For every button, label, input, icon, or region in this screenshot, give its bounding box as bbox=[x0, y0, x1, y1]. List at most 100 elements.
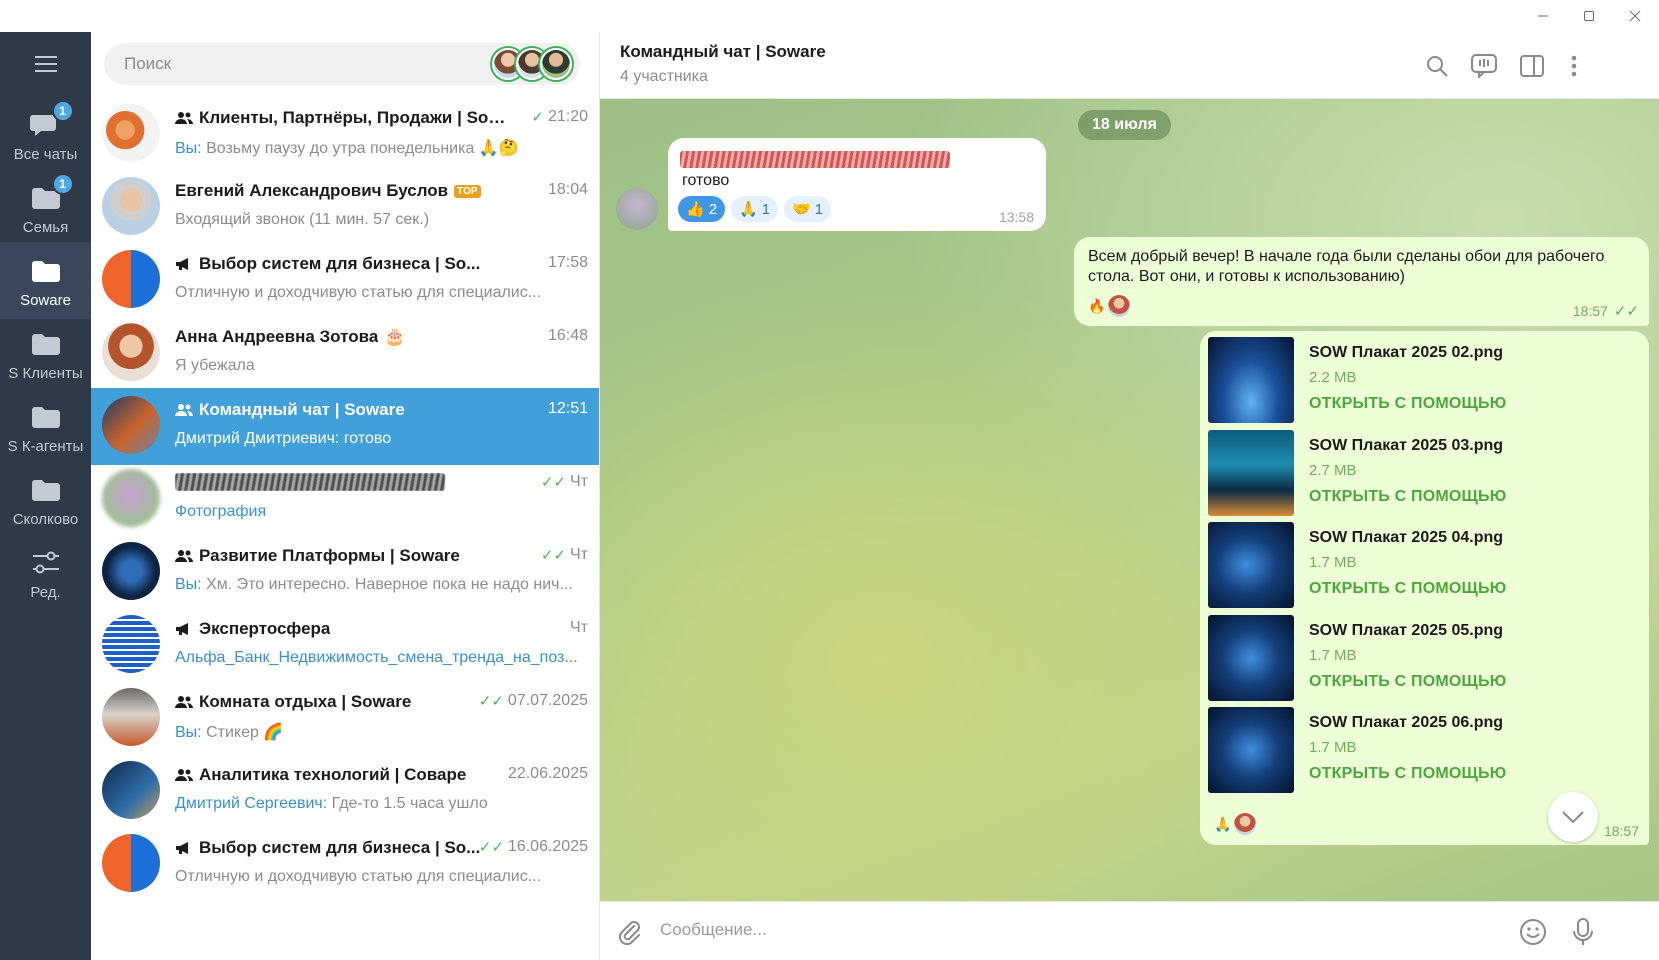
chat-row[interactable]: Выбор систем для бизнеса | So... 17:58 Отл… bbox=[91, 242, 599, 319]
more-menu-icon[interactable] bbox=[1560, 52, 1588, 80]
chat-row[interactable]: Евгений Александрович Буслов TOP 18:04 Вход… bbox=[91, 169, 599, 246]
file-thumbnail[interactable] bbox=[1208, 614, 1294, 701]
chat-preview: Отличную и доходчивую статью для специал… bbox=[175, 284, 542, 301]
folder-icon bbox=[28, 256, 64, 286]
file-thumbnail[interactable] bbox=[1208, 522, 1294, 608]
chat-row[interactable]: Экспертосфера Чт Альфа_Банк_Недвижимость_с… bbox=[91, 607, 599, 684]
folder-6[interactable]: Сколково bbox=[0, 461, 91, 538]
message-text: Всем добрый вечер! В начале года были сд… bbox=[1088, 248, 1605, 285]
chat-avatar bbox=[102, 688, 160, 746]
chat-preview: Дмитрий Дмитриевич: готово bbox=[175, 430, 392, 447]
stories-strip[interactable] bbox=[490, 46, 574, 82]
reaction-row[interactable]: 🔥 bbox=[1086, 295, 1130, 317]
search-icon[interactable] bbox=[1423, 52, 1451, 80]
read-check-icon: ✓ bbox=[531, 109, 544, 126]
chat-preview: Отличную и доходчивую статью для специал… bbox=[175, 868, 542, 885]
reaction-chip[interactable]: 🙏 1 bbox=[731, 196, 779, 222]
chat-row[interactable]: Клиенты, Партнёры, Продажи | Sowa... ✓ 21:… bbox=[91, 96, 599, 173]
chat-row[interactable]: Аналитика технологий | Соваре 22.06.2025 Д… bbox=[91, 753, 599, 830]
file-thumbnail[interactable] bbox=[1208, 707, 1294, 793]
file-attachment[interactable]: SOW Плакат 2025 06.png 1.7 MB ОТКРЫТЬ С ПО… bbox=[1208, 707, 1649, 793]
chat-preview: Вы: Хм. Это интересно. Наверное пока не … bbox=[175, 576, 573, 593]
chat-row[interactable]: Анна Андреевна Зотова 🎂 16:48 Я убежала bbox=[91, 315, 599, 392]
reaction-chip[interactable]: 👍 2 bbox=[678, 196, 726, 222]
double-check-icon: ✓✓ bbox=[1613, 303, 1639, 320]
chat-avatar bbox=[102, 177, 160, 235]
outgoing-message[interactable]: Всем добрый вечер! В начале года были сд… bbox=[1074, 237, 1649, 326]
file-size: 1.7 MB bbox=[1309, 739, 1357, 756]
open-with-link[interactable]: ОТКРЫТЬ С ПОМОЩЬЮ bbox=[1309, 395, 1506, 413]
reaction-row[interactable]: 🙏 bbox=[1212, 813, 1256, 835]
chat-row[interactable]: Комната отдыха | Soware ✓✓ 07.07.2025 Вы: С… bbox=[91, 680, 599, 757]
chat-avatar bbox=[102, 250, 160, 308]
folder-7[interactable]: Ред. bbox=[0, 534, 91, 611]
scroll-down-button[interactable] bbox=[1548, 792, 1598, 842]
file-attachment[interactable]: SOW Плакат 2025 02.png 2.2 MB ОТКРЫТЬ С ПО… bbox=[1208, 337, 1649, 423]
file-thumbnail[interactable] bbox=[1208, 337, 1294, 423]
chat-preview: Входящий звонок (11 мин. 57 сек.) bbox=[175, 211, 430, 228]
search-field[interactable]: Поиск bbox=[104, 43, 580, 85]
message-input[interactable]: Сообщение... bbox=[660, 920, 767, 940]
folder-4[interactable]: S Клиенты bbox=[0, 315, 91, 392]
file-attachment[interactable]: SOW Плакат 2025 04.png 1.7 MB ОТКРЫТЬ С ПО… bbox=[1208, 522, 1649, 608]
file-size: 1.7 MB bbox=[1309, 554, 1357, 571]
folder-2[interactable]: 1 Семья bbox=[0, 169, 91, 246]
chat-name: Комната отдыха | Soware bbox=[175, 692, 515, 712]
chat-row[interactable]: ✓✓ Чт Фотография bbox=[91, 461, 599, 538]
chats-icon: 1 bbox=[28, 100, 74, 140]
folder-1[interactable]: 1 Все чаты bbox=[0, 96, 91, 173]
status-emoji: 🎂 bbox=[384, 327, 406, 346]
fire-reaction[interactable]: 🔥 bbox=[1086, 295, 1108, 317]
minimize-icon[interactable] bbox=[1520, 0, 1566, 32]
file-attachment[interactable]: SOW Плакат 2025 03.png 2.7 MB ОТКРЫТЬ С ПО… bbox=[1208, 429, 1649, 516]
chat-row[interactable]: Выбор систем для бизнеса | So... ✓✓ 16.06.… bbox=[91, 826, 599, 903]
reaction-chip[interactable]: 🤝 1 bbox=[784, 196, 832, 222]
file-thumbnail[interactable] bbox=[1208, 429, 1294, 516]
attach-icon[interactable] bbox=[614, 917, 644, 947]
file-album: SOW Плакат 2025 02.png 2.2 MB ОТКРЫТЬ С ПО… bbox=[1200, 331, 1649, 845]
folder-label: S Клиенты bbox=[8, 365, 83, 382]
hamburger-icon bbox=[34, 56, 57, 72]
chevron-down-icon bbox=[1562, 811, 1584, 823]
microphone-icon[interactable] bbox=[1568, 917, 1598, 947]
emoji-icon[interactable] bbox=[1518, 917, 1548, 947]
date-chip: 18 июля bbox=[1078, 110, 1171, 140]
read-check-icon: ✓✓ bbox=[540, 547, 566, 564]
messages-area[interactable]: 18 июля готово 👍 2 🙏 1 🤝 1 13:58 Всем добрый … bbox=[600, 99, 1659, 901]
folder-label: Soware bbox=[20, 292, 71, 309]
open-with-link[interactable]: ОТКРЫТЬ С ПОМОЩЬЮ bbox=[1309, 580, 1506, 598]
voice-chat-icon[interactable] bbox=[1470, 52, 1498, 80]
chat-header[interactable]: Командный чат | Soware 4 участника bbox=[600, 32, 1659, 99]
maximize-icon[interactable] bbox=[1566, 0, 1612, 32]
file-attachment[interactable]: SOW Плакат 2025 05.png 1.7 MB ОТКРЫТЬ С ПО… bbox=[1208, 614, 1649, 701]
read-check-icon: ✓✓ bbox=[540, 474, 566, 491]
open-with-link[interactable]: ОТКРЫТЬ С ПОМОЩЬЮ bbox=[1309, 488, 1506, 506]
reactor-avatar bbox=[1234, 813, 1256, 835]
chat-avatar bbox=[102, 542, 160, 600]
group-icon bbox=[175, 550, 193, 562]
close-icon[interactable] bbox=[1612, 0, 1658, 32]
story-avatar[interactable] bbox=[538, 46, 574, 82]
chat-name bbox=[175, 473, 515, 491]
sender-name-redacted[interactable] bbox=[680, 151, 950, 168]
chat-row[interactable]: Командный чат | Soware 12:51 Дмитрий Дмитр… bbox=[91, 388, 599, 465]
incoming-message[interactable]: готово 👍 2 🙏 1 🤝 1 13:58 bbox=[668, 138, 1046, 231]
message-time: 18:57 bbox=[1603, 823, 1639, 839]
folder-5[interactable]: S К-агенты bbox=[0, 388, 91, 465]
folder-rail: 1 Все чаты 1 Семья Soware S Клиенты S К-агенты… bbox=[0, 32, 91, 960]
chat-row[interactable]: Развитие Платформы | Soware ✓✓ Чт Вы: Хм. Э… bbox=[91, 534, 599, 611]
message-time: 13:58 bbox=[998, 209, 1034, 225]
sender-avatar[interactable] bbox=[616, 188, 658, 230]
channel-icon bbox=[176, 623, 188, 635]
chat-name: Экспертосфера bbox=[175, 619, 515, 639]
unread-badge: 1 bbox=[51, 173, 74, 195]
pray-reaction[interactable]: 🙏 bbox=[1212, 813, 1234, 835]
chat-avatar bbox=[102, 834, 160, 892]
sidebar-toggle-icon[interactable] bbox=[1518, 52, 1546, 80]
open-with-link[interactable]: ОТКРЫТЬ С ПОМОЩЬЮ bbox=[1309, 765, 1506, 783]
open-with-link[interactable]: ОТКРЫТЬ С ПОМОЩЬЮ bbox=[1309, 673, 1506, 691]
folder-3[interactable]: Soware bbox=[0, 242, 91, 319]
chat-name: Выбор систем для бизнеса | So... bbox=[175, 838, 515, 858]
chat-title[interactable]: Командный чат | Soware bbox=[620, 42, 826, 62]
menu-button[interactable] bbox=[0, 32, 91, 96]
